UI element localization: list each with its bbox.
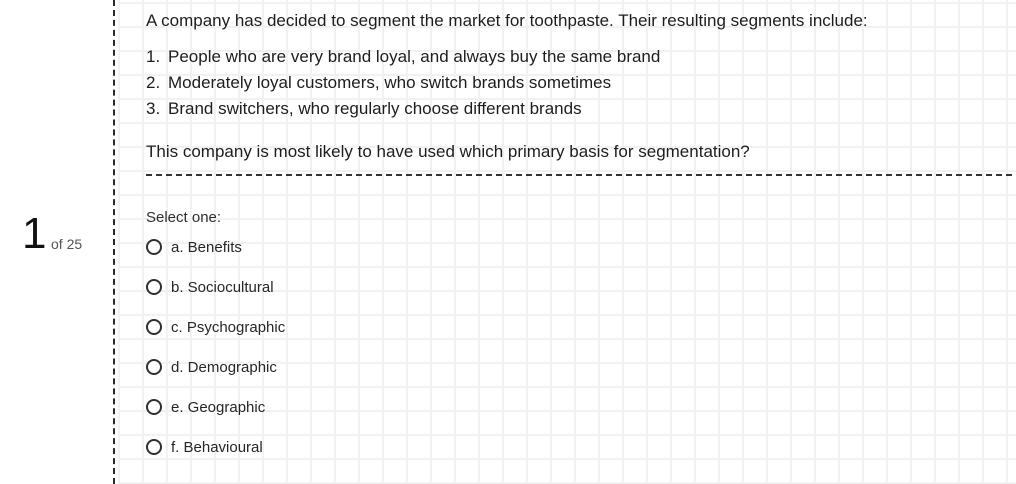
option-label[interactable]: d. Demographic bbox=[171, 359, 277, 376]
radio-circle-icon[interactable] bbox=[146, 399, 162, 415]
list-item-text: Brand switchers, who regularly choose di… bbox=[168, 99, 582, 118]
question-prompt: This company is most likely to have used… bbox=[146, 142, 750, 161]
radio-circle-icon[interactable] bbox=[146, 279, 162, 295]
select-one-label: Select one: bbox=[146, 209, 222, 226]
answer-option-e[interactable]: e. Geographic bbox=[146, 394, 285, 420]
vertical-divider bbox=[113, 0, 115, 484]
list-item-number: 1. bbox=[146, 47, 161, 66]
radio-circle-icon[interactable] bbox=[146, 319, 162, 335]
answer-option-f[interactable]: f. Behavioural bbox=[146, 434, 285, 460]
option-label[interactable]: c. Psychographic bbox=[171, 319, 285, 336]
question-number: 1 bbox=[22, 209, 47, 258]
list-item-text: People who are very brand loyal, and alw… bbox=[168, 47, 661, 66]
option-label[interactable]: f. Behavioural bbox=[171, 439, 263, 456]
radio-circle-icon[interactable] bbox=[146, 239, 162, 255]
option-label[interactable]: a. Benefits bbox=[171, 239, 242, 256]
answer-option-a[interactable]: a. Benefits bbox=[146, 234, 285, 260]
list-item: 3. Brand switchers, who regularly choose… bbox=[146, 98, 660, 124]
list-item: 2. Moderately loyal customers, who switc… bbox=[146, 72, 660, 98]
answer-options: a. Benefits b. Sociocultural c. Psychogr… bbox=[146, 234, 285, 474]
option-label[interactable]: b. Sociocultural bbox=[171, 279, 274, 296]
answer-option-c[interactable]: c. Psychographic bbox=[146, 314, 285, 340]
list-item-text: Moderately loyal customers, who switch b… bbox=[168, 73, 612, 92]
list-item: 1. People who are very brand loyal, and … bbox=[146, 46, 660, 72]
answer-option-b[interactable]: b. Sociocultural bbox=[146, 274, 285, 300]
option-label[interactable]: e. Geographic bbox=[171, 399, 265, 416]
radio-circle-icon[interactable] bbox=[146, 359, 162, 375]
list-item-number: 3. bbox=[146, 99, 161, 118]
question-count: of 25 bbox=[51, 236, 83, 252]
question-intro: A company has decided to segment the mar… bbox=[146, 11, 868, 30]
radio-circle-icon[interactable] bbox=[146, 439, 162, 455]
list-item-number: 2. bbox=[146, 73, 161, 92]
answer-option-d[interactable]: d. Demographic bbox=[146, 354, 285, 380]
section-separator bbox=[146, 174, 1012, 176]
segment-list: 1. People who are very brand loyal, and … bbox=[146, 46, 660, 124]
